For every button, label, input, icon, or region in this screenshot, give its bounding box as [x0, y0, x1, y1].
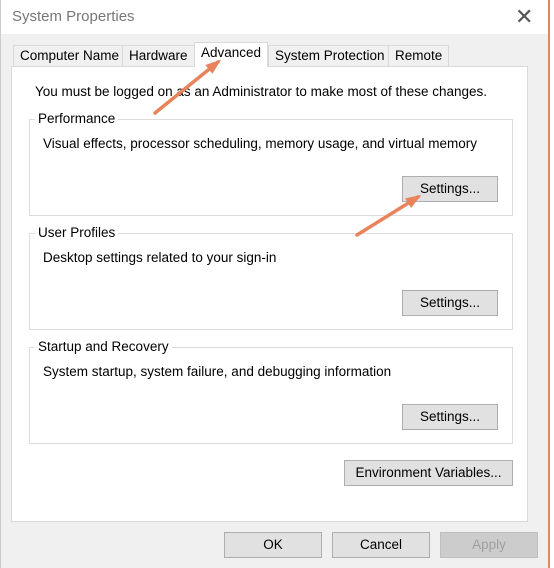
- ok-button[interactable]: OK: [224, 532, 322, 558]
- performance-settings-button[interactable]: Settings...: [402, 176, 498, 202]
- cancel-button[interactable]: Cancel: [332, 532, 430, 558]
- admin-notice: You must be logged on as an Administrato…: [35, 84, 488, 99]
- title-bar: System Properties ✕: [1, 0, 549, 34]
- startup-recovery-settings-button[interactable]: Settings...: [402, 404, 498, 430]
- apply-button[interactable]: Apply: [440, 532, 538, 558]
- system-properties-window: System Properties ✕ Computer Name Hardwa…: [0, 0, 549, 568]
- user-profiles-description: Desktop settings related to your sign-in: [43, 250, 277, 265]
- performance-description: Visual effects, processor scheduling, me…: [43, 136, 477, 151]
- tab-system-protection[interactable]: System Protection: [268, 45, 392, 67]
- environment-variables-button[interactable]: Environment Variables...: [344, 460, 513, 486]
- startup-recovery-description: System startup, system failure, and debu…: [43, 364, 392, 379]
- performance-title: Performance: [35, 111, 119, 126]
- user-profiles-title: User Profiles: [35, 225, 119, 240]
- user-profiles-settings-button[interactable]: Settings...: [402, 290, 498, 316]
- window-edge: [548, 0, 554, 568]
- window-title: System Properties: [12, 8, 135, 25]
- tab-remote[interactable]: Remote: [388, 45, 450, 67]
- tab-advanced[interactable]: Advanced: [194, 42, 269, 67]
- tab-computer-name[interactable]: Computer Name: [13, 45, 127, 67]
- startup-recovery-title: Startup and Recovery: [35, 339, 172, 354]
- tab-hardware[interactable]: Hardware: [122, 45, 195, 67]
- close-icon[interactable]: ✕: [515, 4, 533, 30]
